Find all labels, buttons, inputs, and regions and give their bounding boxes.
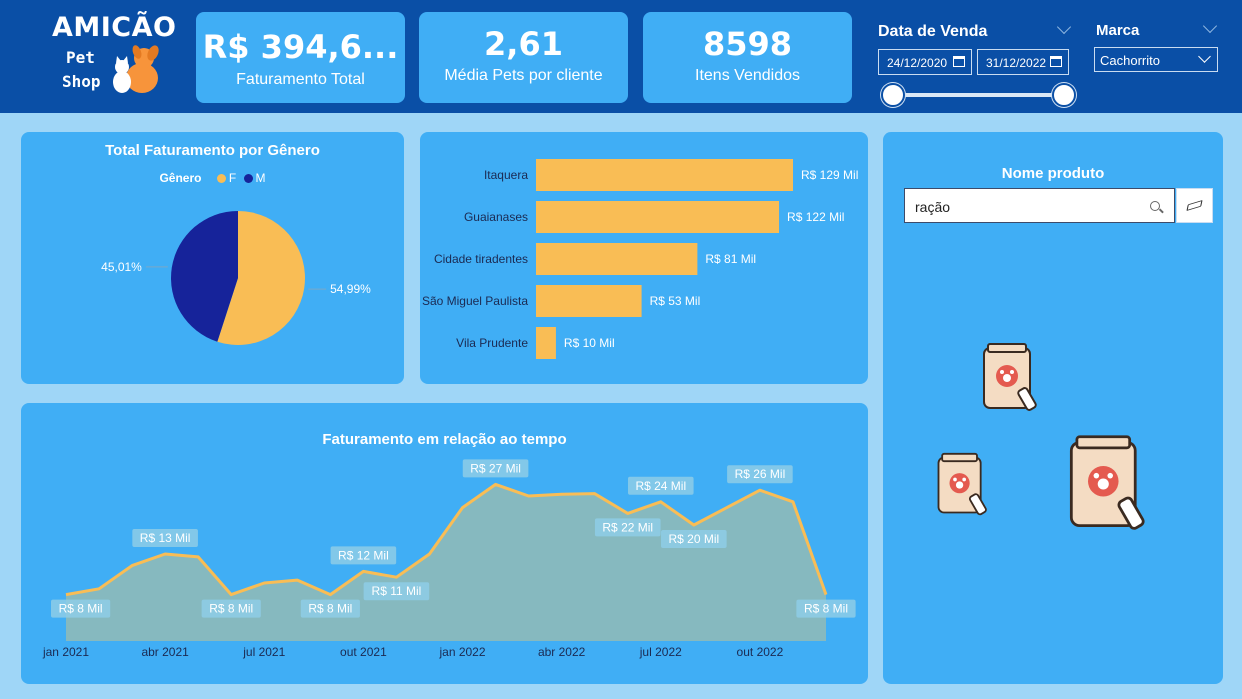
x-tick-label: out 2021 (340, 645, 387, 659)
revenue-over-time-panel: Faturamento em relação ao tempo jan 2021… (21, 403, 868, 684)
product-search-input[interactable]: ração (904, 188, 1175, 223)
data-label: R$ 8 Mil (59, 602, 103, 616)
data-label: R$ 11 Mil (372, 584, 422, 598)
data-label: R$ 26 Mil (735, 467, 786, 481)
data-label: R$ 12 Mil (338, 548, 389, 562)
bar-value-label: R$ 10 Mil (564, 336, 615, 350)
kpi-label: Itens Vendidos (695, 67, 800, 84)
data-label: R$ 22 Mil (602, 520, 653, 534)
dog-cat-icon (113, 45, 159, 93)
bar (536, 201, 780, 233)
kpi-card-pets-per-client: 2,61 Média Pets por cliente (419, 12, 628, 103)
logo-pet-text: Pet (66, 48, 95, 67)
dog-food-bag-image (937, 452, 987, 516)
product-panel: Nome produto ração (883, 132, 1223, 684)
bar-category-label: Vila Prudente (456, 336, 528, 350)
bar-value-label: R$ 129 Mil (801, 168, 858, 182)
bar-category-label: Cidade tiradentes (434, 252, 528, 266)
bar-value-label: R$ 81 Mil (705, 252, 756, 266)
bar-category-label: São Miguel Paulista (422, 294, 528, 308)
chevron-down-icon[interactable] (1056, 19, 1072, 35)
start-date-value: 24/12/2020 (887, 56, 948, 70)
x-tick-label: jan 2021 (42, 645, 89, 659)
search-icon[interactable] (1150, 201, 1160, 211)
brand-slicer-title: Marca (1096, 22, 1140, 39)
date-range-slider-track[interactable] (893, 93, 1064, 97)
eraser-icon (1186, 199, 1203, 212)
kpi-value: R$ 394,6... (202, 28, 399, 66)
data-label: R$ 8 Mil (804, 602, 848, 616)
region-revenue-panel: Itaquera R$ 129 Mil Guaianases R$ 122 Mil Ci… (420, 132, 868, 384)
start-date-input[interactable]: 24/12/2020 (878, 49, 972, 75)
x-tick-label: abr 2022 (538, 645, 586, 659)
date-slider-start-handle[interactable] (881, 83, 905, 107)
bar-value-label: R$ 122 Mil (787, 210, 844, 224)
dog-food-bag-image (983, 343, 1037, 411)
calendar-icon[interactable] (953, 56, 965, 67)
bar (536, 285, 642, 317)
data-label: R$ 8 Mil (308, 602, 352, 616)
logo-title: AMICÃO (52, 12, 177, 43)
kpi-card-items-sold: 8598 Itens Vendidos (643, 12, 852, 103)
date-slicer-title: Data de Venda (878, 23, 988, 40)
kpi-label: Média Pets por cliente (444, 67, 603, 84)
x-tick-label: abr 2021 (141, 645, 189, 659)
bar-value-label: R$ 53 Mil (650, 294, 701, 308)
pie-data-label: 54,99% (330, 282, 371, 296)
brand-select[interactable]: Cachorrito (1094, 47, 1218, 72)
chevron-down-icon[interactable] (1198, 50, 1211, 63)
bar (536, 243, 698, 275)
area-fill (66, 484, 826, 641)
header-bar: AMICÃO Pet Shop R$ 394,6... Faturamento … (0, 0, 1242, 113)
data-label: R$ 24 Mil (635, 479, 686, 493)
bar-category-label: Itaquera (484, 168, 528, 182)
data-label: R$ 8 Mil (209, 602, 253, 616)
clear-search-button[interactable] (1176, 188, 1213, 223)
date-slider-end-handle[interactable] (1052, 83, 1076, 107)
region-bar-chart[interactable]: Itaquera R$ 129 Mil Guaianases R$ 122 Mil Ci… (420, 132, 868, 384)
data-label: R$ 20 Mil (668, 532, 719, 546)
end-date-value: 31/12/2022 (986, 56, 1047, 70)
calendar-icon[interactable] (1050, 56, 1062, 67)
end-date-input[interactable]: 31/12/2022 (977, 49, 1069, 75)
x-tick-label: jan 2022 (438, 645, 485, 659)
kpi-card-total-revenue: R$ 394,6... Faturamento Total (196, 12, 405, 103)
x-tick-label: out 2022 (737, 645, 784, 659)
dog-food-bag-image (1069, 435, 1145, 530)
kpi-value: 8598 (702, 25, 793, 63)
kpi-value: 2,61 (484, 25, 563, 63)
revenue-area-chart[interactable]: jan 2021 abr 2021 jul 2021 out 2021 jan 2022… (21, 403, 868, 684)
product-search-title: Nome produto (1001, 165, 1105, 182)
x-tick-label: jul 2021 (242, 645, 285, 659)
bar (536, 327, 556, 359)
data-label: R$ 13 Mil (140, 531, 191, 545)
data-label: R$ 27 Mil (470, 461, 521, 475)
pie-data-label: 45,01% (101, 260, 142, 274)
logo-shop-text: Shop (62, 72, 101, 91)
x-tick-label: jul 2022 (639, 645, 682, 659)
bar-category-label: Guaianases (464, 210, 528, 224)
brand-select-value: Cachorrito (1100, 53, 1160, 68)
kpi-label: Faturamento Total (236, 71, 365, 88)
amicao-pet-shop-logo: AMICÃO Pet Shop (44, 8, 177, 104)
chevron-down-icon[interactable] (1202, 18, 1218, 34)
gender-pie-chart[interactable]: 54,99% 45,01% (21, 132, 404, 384)
product-search-value: ração (915, 199, 951, 215)
bar (536, 159, 793, 191)
gender-revenue-panel: Total Faturamento por Gênero Gênero F M … (21, 132, 404, 384)
